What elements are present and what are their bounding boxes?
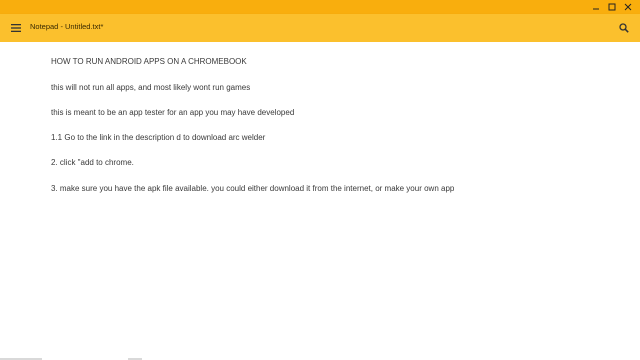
maximize-icon[interactable] (604, 1, 620, 13)
text-line: 1.1 Go to the link in the description d … (51, 133, 266, 142)
notepad-window: Notepad - Untitled.txt* HOW TO RUN ANDRO… (0, 0, 640, 360)
window-controls (588, 1, 636, 13)
menu-icon[interactable] (8, 20, 24, 36)
text-line: this is meant to be an app tester for an… (51, 108, 295, 117)
close-icon[interactable] (620, 1, 636, 13)
text-line: 3. make sure you have the apk file avail… (51, 184, 455, 193)
window-titlebar (0, 0, 640, 14)
app-title: Notepad - Untitled.txt* (30, 22, 104, 31)
text-line: HOW TO RUN ANDROID APPS ON A CHROMEBOOK (51, 57, 247, 66)
text-editor[interactable]: HOW TO RUN ANDROID APPS ON A CHROMEBOOK … (0, 42, 640, 356)
app-toolbar: Notepad - Untitled.txt* (0, 14, 640, 42)
minimize-icon[interactable] (588, 1, 604, 13)
text-line: 2. click "add to chrome. (51, 158, 134, 167)
search-icon[interactable] (616, 20, 632, 36)
text-line: this will not run all apps, and most lik… (51, 83, 251, 92)
